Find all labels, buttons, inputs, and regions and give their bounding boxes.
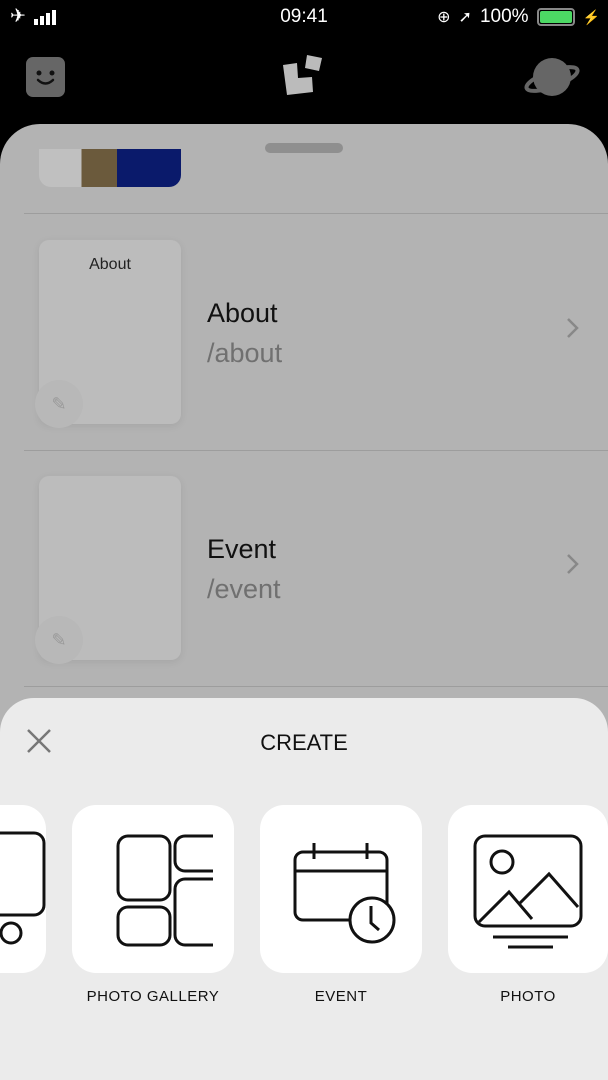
pencil-icon[interactable]: ✎ [35, 380, 83, 428]
location-icon: ➚ [458, 9, 472, 26]
create-title: CREATE [260, 730, 348, 755]
planet-icon[interactable] [522, 54, 582, 104]
create-sheet: CREATE PHOTO GALLERY EVENT PHOTO [0, 698, 608, 1080]
profile-button[interactable] [26, 57, 65, 97]
page-row-event[interactable]: ✎ Event /event [0, 450, 608, 686]
page-path: /event [207, 574, 281, 604]
gallery-icon [116, 834, 213, 947]
page-thumbnail[interactable]: About ✎ [35, 240, 181, 428]
create-item-label: PHOTO [500, 988, 556, 1005]
create-item-photo[interactable] [448, 805, 608, 973]
divider [24, 686, 608, 687]
create-item-label: PHOTO GALLERY [86, 988, 220, 1005]
battery-icon [536, 8, 575, 26]
create-item-event[interactable] [260, 805, 422, 973]
page-path: /about [207, 338, 283, 368]
page-title: Event [207, 534, 277, 564]
charging-icon: ⚡ [582, 8, 600, 25]
page-thumbnail[interactable]: ✎ [35, 476, 181, 664]
drag-handle[interactable] [265, 143, 343, 153]
status-bar: ✈ 09:41 ⊕ ➚ 100% ⚡ [0, 0, 608, 34]
create-item-label: EVENT [314, 988, 368, 1005]
chevron-right-icon [567, 554, 579, 574]
create-item-photo-gallery[interactable] [72, 805, 234, 973]
thumbnail-label: About [89, 256, 131, 273]
page-thumbnail[interactable] [39, 149, 181, 187]
chevron-right-icon [567, 318, 579, 338]
phone-icon [0, 831, 46, 945]
pencil-icon[interactable]: ✎ [35, 616, 83, 664]
battery-percent: 100% [479, 6, 529, 27]
page-row-about[interactable]: About ✎ About /about [0, 214, 608, 450]
calendar-clock-icon [293, 843, 396, 944]
image-icon [473, 834, 583, 949]
app-logo [283, 55, 322, 95]
smiley-icon [36, 70, 55, 85]
page-title: About [207, 298, 278, 328]
rotation-lock-icon: ⊕ [437, 9, 451, 26]
create-item-phone[interactable] [0, 805, 46, 973]
